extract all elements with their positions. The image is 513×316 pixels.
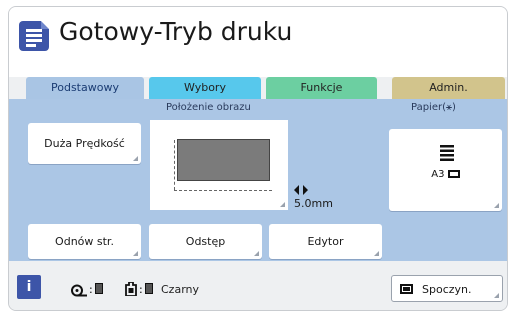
corner-mark [494,203,499,208]
corner-mark [280,202,285,207]
document-list-icon [19,21,49,51]
tab-basic[interactable]: Podstawowy [26,77,144,99]
corner-mark [133,251,138,256]
info-icon[interactable]: i [17,275,41,299]
refresh-page-button[interactable]: Odnów str. [28,224,141,259]
corner-mark [374,251,379,256]
high-speed-button[interactable]: Duża Prędkość [28,123,141,164]
header: Gotowy-Tryb druku [9,7,507,77]
screen-icon [400,284,413,294]
tab-admin[interactable]: Admin. [392,77,505,99]
margin-guide-bottom [174,190,272,191]
ink-separator: : [139,283,143,296]
spacing-label: Odstęp [185,235,226,248]
tab-options[interactable]: Wybory [149,77,261,99]
ink-cartridge-icon [125,281,137,297]
image-area [177,139,270,181]
tab-functions[interactable]: Funkcje [266,77,377,99]
ink-color-label: Czarny [161,283,200,296]
paper-stack-icon [440,145,454,161]
drum-color-swatch [95,283,103,294]
paper-label: Papier(⚹) [411,102,456,113]
paper-orientation-icon [447,170,460,178]
standby-label: Spoczyn. [422,283,472,296]
left-right-arrows-icon [294,181,308,195]
standby-button[interactable]: Spoczyn. [391,275,503,302]
drum-separator: : [89,283,93,296]
editor-label: Edytor [307,235,344,248]
image-position-preview[interactable] [150,120,288,210]
drum-icon [71,282,87,297]
paper-size-label: A3 [431,169,445,180]
offset-value: 5.0mm [294,197,333,210]
editor-button[interactable]: Edytor [269,224,382,259]
refresh-page-label: Odnów str. [55,235,114,248]
image-position-label: Położenie obrazu [166,102,251,113]
spacing-button[interactable]: Odstęp [149,224,262,259]
high-speed-label: Duża Prędkość [44,137,125,150]
ink-color-swatch [145,283,153,294]
corner-mark [133,156,138,161]
corner-mark [494,293,499,298]
paper-size-button[interactable]: A3 [389,129,502,211]
page-title: Gotowy-Tryb druku [59,17,293,46]
margin-guide-left [174,140,175,190]
corner-mark [254,251,259,256]
app-window: Gotowy-Tryb druku Podstawowy Wybory Funk… [8,6,508,311]
